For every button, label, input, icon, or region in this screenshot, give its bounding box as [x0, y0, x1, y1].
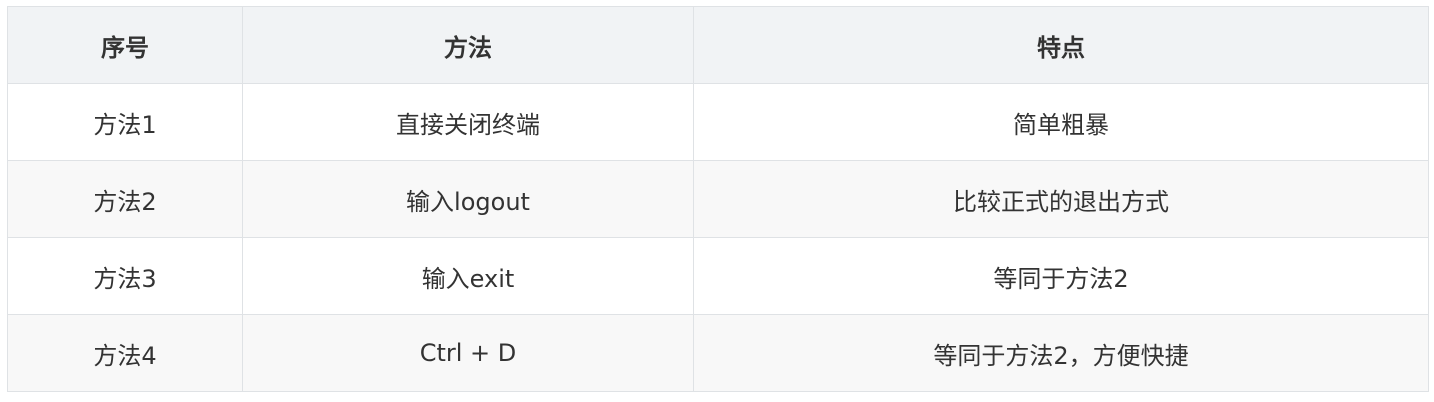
table-row: 方法4 Ctrl + D 等同于方法2，方便快捷	[7, 314, 1429, 392]
table-row: 方法3 输入exit 等同于方法2	[7, 237, 1429, 315]
cell-feature: 等同于方法2，方便快捷	[693, 314, 1429, 392]
table-header: 序号 方法 特点	[7, 6, 1429, 84]
header-row: 序号 方法 特点	[7, 6, 1429, 84]
cell-feature: 等同于方法2	[693, 237, 1429, 315]
table-body: 方法1 直接关闭终端 简单粗暴 方法2 输入logout 比较正式的退出方式 方…	[7, 83, 1429, 392]
header-feature: 特点	[693, 6, 1429, 84]
cell-method: 输入logout	[242, 160, 694, 238]
cell-feature: 比较正式的退出方式	[693, 160, 1429, 238]
methods-table: 序号 方法 特点 方法1 直接关闭终端 简单粗暴 方法2 输入logout 比较…	[7, 6, 1429, 392]
cell-method: Ctrl + D	[242, 314, 694, 392]
cell-method: 直接关闭终端	[242, 83, 694, 161]
cell-feature: 简单粗暴	[693, 83, 1429, 161]
table-row: 方法1 直接关闭终端 简单粗暴	[7, 83, 1429, 161]
header-index: 序号	[7, 6, 243, 84]
cell-index: 方法2	[7, 160, 243, 238]
table-row: 方法2 输入logout 比较正式的退出方式	[7, 160, 1429, 238]
cell-index: 方法1	[7, 83, 243, 161]
header-method: 方法	[242, 6, 694, 84]
cell-index: 方法3	[7, 237, 243, 315]
cell-index: 方法4	[7, 314, 243, 392]
cell-method: 输入exit	[242, 237, 694, 315]
